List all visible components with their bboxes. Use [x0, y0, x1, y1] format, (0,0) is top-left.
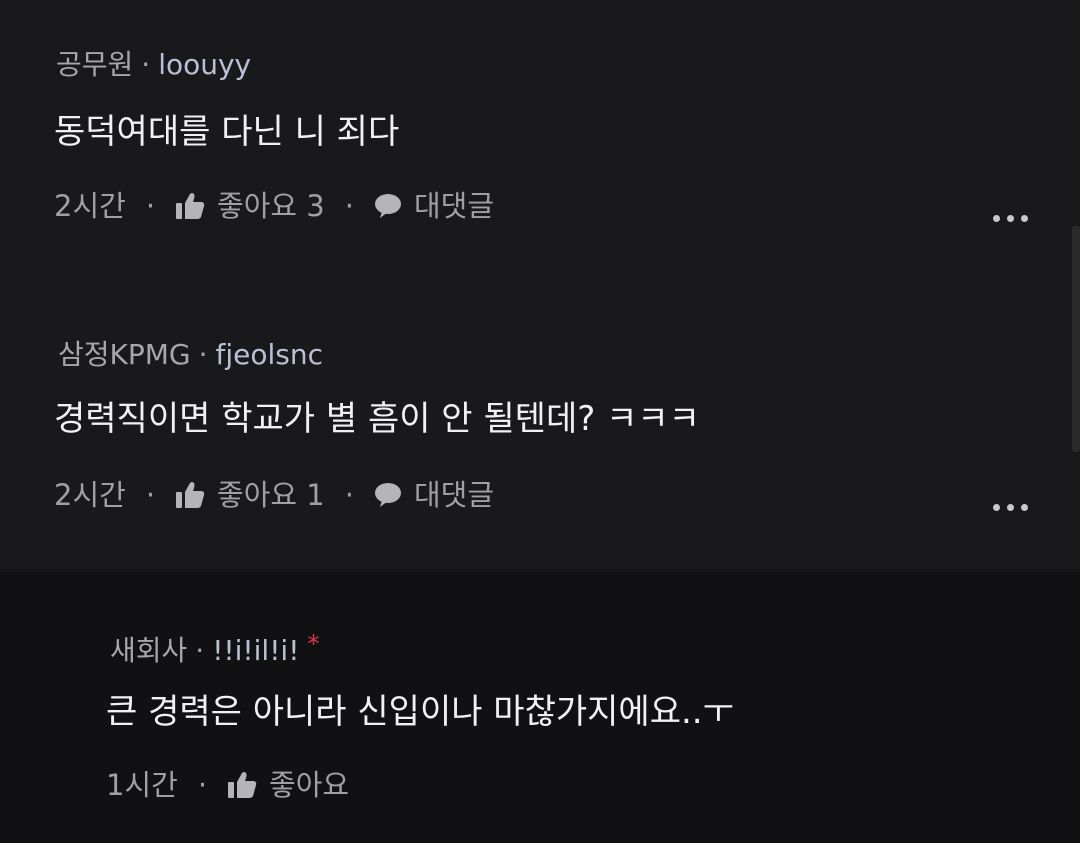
more-dot — [993, 215, 1000, 222]
author-separator: · — [141, 48, 151, 81]
like-label: 좋아요 1 — [217, 478, 325, 512]
reply-label: 대댓글 — [413, 189, 495, 223]
like-label: 좋아요 3 — [217, 189, 325, 223]
author-separator: · — [195, 634, 205, 667]
author-affiliation: 공무원 — [56, 48, 134, 81]
thumbs-up-icon — [175, 481, 205, 509]
meta-separator: · — [145, 478, 156, 512]
reply-button[interactable]: 대댓글 — [374, 477, 494, 513]
thumbs-up-icon — [227, 771, 257, 799]
meta-separator: · — [197, 768, 208, 802]
comment-time: 2시간 — [54, 189, 126, 223]
comment-meta: 2시간 · 좋아요 3 · 대댓글 — [54, 188, 494, 224]
speech-bubble-icon — [374, 193, 402, 219]
comment-author: 새회사 · !!i!il!i! * — [110, 626, 319, 669]
more-dot — [1007, 215, 1014, 222]
like-button[interactable]: 좋아요 — [227, 767, 349, 803]
comment-author: 삼정KPMG · fjeolsnc — [58, 337, 323, 373]
more-options-icon[interactable] — [993, 215, 1028, 222]
meta-separator: · — [344, 189, 354, 223]
author-affiliation: 삼정KPMG — [58, 338, 191, 371]
author-nickname[interactable]: loouyy — [158, 48, 251, 81]
comment-meta: 1시간 · 좋아요 — [106, 767, 349, 803]
scrollbar[interactable] — [1072, 226, 1080, 452]
comment-text: 경력직이면 학교가 별 흠이 안 될텐데? ㅋㅋㅋ — [54, 399, 700, 439]
more-dot — [993, 504, 1000, 511]
comment-thread: 공무원·loouyy 동덕여대를 다닌 니 죄다 2시간 · 좋아요 3 · — [0, 0, 1080, 843]
meta-separator: · — [344, 478, 354, 512]
meta-separator: · — [145, 189, 156, 223]
more-dot — [1021, 215, 1028, 222]
comment-item: 삼정KPMG · fjeolsnc 경력직이면 학교가 별 흠이 안 될텐데? ㅋㅋ… — [0, 282, 1080, 568]
thumbs-up-icon — [175, 192, 205, 220]
comment-text: 동덕여대를 다닌 니 죄다 — [54, 112, 400, 152]
author-separator: · — [198, 338, 208, 371]
comment-time: 2시간 — [54, 478, 126, 512]
author-nickname[interactable]: fjeolsnc — [216, 338, 324, 371]
reply-item: 새회사 · !!i!il!i! * 큰 경력은 아니라 신입이나 마찮가지에요..ㅜ … — [0, 572, 1080, 843]
author-nickname[interactable]: !!i!il!i! — [212, 634, 299, 667]
author-mark: * — [307, 630, 320, 658]
more-dot — [1021, 504, 1028, 511]
more-options-icon[interactable] — [993, 504, 1028, 511]
like-button[interactable]: 좋아요 3 — [175, 188, 325, 224]
author-affiliation: 새회사 — [110, 634, 188, 667]
reply-label: 대댓글 — [413, 478, 495, 512]
speech-bubble-icon — [374, 482, 402, 508]
like-label: 좋아요 — [269, 768, 350, 802]
comment-meta: 2시간 · 좋아요 1 · 대댓글 — [54, 477, 494, 513]
more-dot — [1007, 504, 1014, 511]
comment-author: 공무원 · loouyy — [56, 47, 251, 83]
comment-item: 공무원·loouyy 동덕여대를 다닌 니 죄다 2시간 · 좋아요 3 · — [0, 0, 1080, 278]
comment-time: 1시간 — [106, 768, 178, 802]
like-button[interactable]: 좋아요 1 — [175, 477, 325, 513]
reply-button[interactable]: 대댓글 — [374, 188, 494, 224]
comment-text: 큰 경력은 아니라 신입이나 마찮가지에요..ㅜ — [106, 692, 734, 732]
